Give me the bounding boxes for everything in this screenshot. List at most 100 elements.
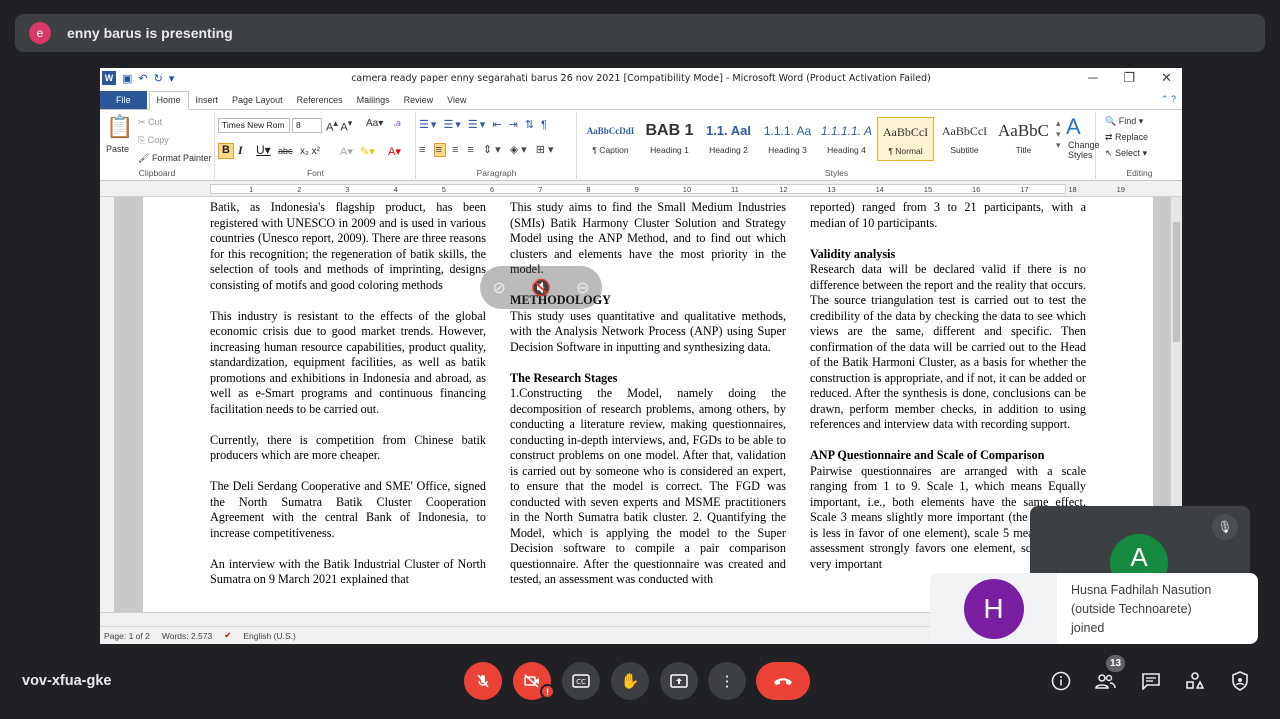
align-buttons[interactable]: ≡ ≡ ≡ ≡ ⇕▾ ◈▾ ⊞▾ — [419, 143, 556, 157]
window-title: camera ready paper enny segarahati barus… — [351, 73, 931, 84]
present-button[interactable] — [660, 662, 698, 700]
font-name-select[interactable]: Times New Rom — [218, 118, 290, 133]
hand-icon: ✋ — [620, 673, 640, 690]
tab-file[interactable]: File — [100, 91, 147, 109]
paste-icon[interactable]: 📋 — [106, 114, 133, 140]
join-notification[interactable]: H Husna Fadhilah Nasution (outside Techn… — [930, 573, 1258, 644]
chat-icon — [1142, 673, 1160, 690]
toast-text: Husna Fadhilah Nasution (outside Technoa… — [1057, 573, 1211, 644]
change-case-icon[interactable]: Aa▾ — [366, 118, 383, 129]
document-area: Batik, as Indonesia's flagship product, … — [100, 197, 1170, 612]
underline-button[interactable]: U▾ — [256, 143, 271, 157]
ruler-mark: 7 — [538, 185, 543, 194]
styles-label: Styles — [824, 168, 849, 178]
meeting-code[interactable]: vov-xfua-gke — [22, 673, 111, 689]
more-options-button[interactable]: ⋮ — [708, 662, 746, 700]
leave-call-button[interactable] — [756, 662, 810, 700]
volume-off-icon[interactable]: 🔇 — [531, 278, 551, 298]
change-styles-icon[interactable]: A — [1066, 114, 1081, 140]
scroll-thumb[interactable] — [1173, 222, 1180, 342]
tab-review[interactable]: Review — [397, 95, 441, 109]
presenting-banner: e enny barus is presenting — [15, 14, 1265, 52]
language-icon[interactable]: ✔ — [224, 630, 231, 641]
language[interactable]: English (U.S.) — [243, 631, 295, 641]
style-caption[interactable]: AaBbCcDdI ¶ Caption — [582, 117, 639, 161]
joined-org: (outside Technoarete) — [1071, 602, 1192, 616]
ruler-mark: 3 — [345, 185, 350, 194]
presenter-floating-controls: ⊘ 🔇 ⊖ — [480, 266, 602, 309]
font-color-icon[interactable]: A▾ — [388, 145, 401, 158]
grow-font-icon[interactable]: A▴ A▾ — [326, 118, 352, 134]
style-title[interactable]: AaBbC Title — [995, 117, 1052, 161]
ruler-mark: 15 — [923, 185, 933, 194]
camera-off-icon — [524, 674, 539, 688]
style-heading-4[interactable]: 1.1.1.1. A Heading 4 — [818, 117, 875, 161]
ruler-mark: 8 — [586, 185, 591, 194]
presenter-avatar: e — [29, 22, 51, 44]
help-icon[interactable]: ⌃ ? — [1154, 94, 1182, 109]
clear-format-icon[interactable]: ꭿ — [394, 117, 401, 130]
style-heading-3[interactable]: 1.1.1. Aa Heading 3 — [759, 117, 816, 161]
page-count[interactable]: Page: 1 of 2 — [104, 631, 150, 641]
ruler-mark: 18 — [1068, 185, 1077, 194]
list-buttons[interactable]: ☰▾ ☰▾ ☰▾ ⇤ ⇥ ⇅ ¶ — [419, 118, 549, 131]
copy-button[interactable]: ⎘ Copy — [138, 135, 169, 146]
captions-button[interactable]: CC — [562, 662, 600, 700]
style-heading-1[interactable]: BAB 1 Heading 1 — [641, 117, 698, 161]
word-count[interactable]: Words: 2.573 — [162, 631, 212, 641]
tab-mailings[interactable]: Mailings — [350, 95, 397, 109]
close-icon[interactable]: ✕ — [1161, 70, 1172, 86]
tab-page-layout[interactable]: Page Layout — [225, 95, 290, 109]
chat-button[interactable] — [1139, 669, 1163, 693]
horizontal-ruler[interactable]: 1 2 3 4 5 6 7 8 9 10 11 12 13 14 15 16 17 18 19 — [100, 181, 1182, 197]
ruler-mark: 16 — [972, 185, 981, 194]
replace-button[interactable]: ⇄ Replace — [1105, 132, 1148, 143]
highlight-icon[interactable]: ✎▾ — [360, 145, 375, 158]
tab-insert[interactable]: Insert — [189, 95, 226, 109]
mic-off-icon[interactable]: ⊘ — [493, 278, 506, 298]
raise-hand-button[interactable]: ✋ — [611, 662, 649, 700]
find-button[interactable]: 🔍 Find ▾ — [1105, 116, 1143, 127]
meet-window: e enny barus is presenting W ▣ ↶ ↻ ▾ cam… — [0, 0, 1280, 719]
paragraph-label: Paragraph — [476, 168, 517, 178]
restore-icon[interactable]: ❐ — [1123, 70, 1135, 86]
people-button[interactable] — [1093, 669, 1117, 693]
cut-button[interactable]: ✂ Cut — [138, 117, 162, 128]
host-controls-button[interactable] — [1228, 669, 1252, 693]
text-effects-icon[interactable]: A▾ — [340, 145, 353, 158]
tab-home[interactable]: Home — [148, 91, 189, 110]
tab-view[interactable]: View — [440, 95, 473, 109]
minus-icon[interactable]: ⊖ — [576, 278, 589, 298]
people-icon — [1095, 674, 1116, 689]
shared-screen: W ▣ ↶ ↻ ▾ camera ready paper enny segara… — [100, 68, 1182, 644]
document-page[interactable]: Batik, as Indonesia's flagship product, … — [143, 197, 1153, 612]
captions-icon: CC — [572, 674, 590, 688]
mic-toggle-button[interactable] — [464, 662, 502, 700]
minimize-icon[interactable]: ─ — [1088, 70, 1097, 86]
style-normal[interactable]: AaBbCcI ¶ Normal — [877, 117, 934, 161]
meeting-details-icon[interactable] — [1049, 669, 1073, 693]
svg-text:CC: CC — [576, 678, 586, 686]
change-styles-button[interactable]: Change Styles — [1068, 140, 1100, 160]
activities-button[interactable] — [1183, 669, 1207, 693]
italic-button[interactable]: I — [238, 143, 243, 158]
shield-icon — [1232, 671, 1248, 691]
style-heading-2[interactable]: 1.1. AaI Heading 2 — [700, 117, 757, 161]
joined-avatar: H — [963, 578, 1024, 639]
font-size-select[interactable]: 8 — [292, 118, 322, 133]
paragraph: The Deli Serdang Cooperative and SME' Of… — [210, 479, 486, 540]
bold-button[interactable]: B — [218, 143, 234, 159]
format-painter-button[interactable]: 🖌 Format Painter — [138, 153, 211, 164]
paragraph: 1.Constructing the Model, namely doing t… — [510, 386, 786, 586]
select-button[interactable]: ↖ Select ▾ — [1105, 148, 1147, 159]
subscript-button[interactable]: x₂ x² — [300, 146, 320, 157]
style-subtitle[interactable]: AaBbCcI Subtitle — [936, 117, 993, 161]
window-controls: ─ ❐ ✕ — [1088, 70, 1172, 86]
styles-scroll-icon[interactable]: ▴ ▾ ▾ — [1056, 118, 1061, 151]
text-column-1: Batik, as Indonesia's flagship product, … — [210, 200, 486, 588]
strikethrough-button[interactable]: abc — [278, 146, 293, 156]
ruler-mark: 1 — [249, 185, 254, 194]
paste-button[interactable]: Paste — [106, 144, 129, 154]
tab-references[interactable]: References — [290, 95, 350, 109]
toast-avatar-area: H — [930, 573, 1057, 644]
